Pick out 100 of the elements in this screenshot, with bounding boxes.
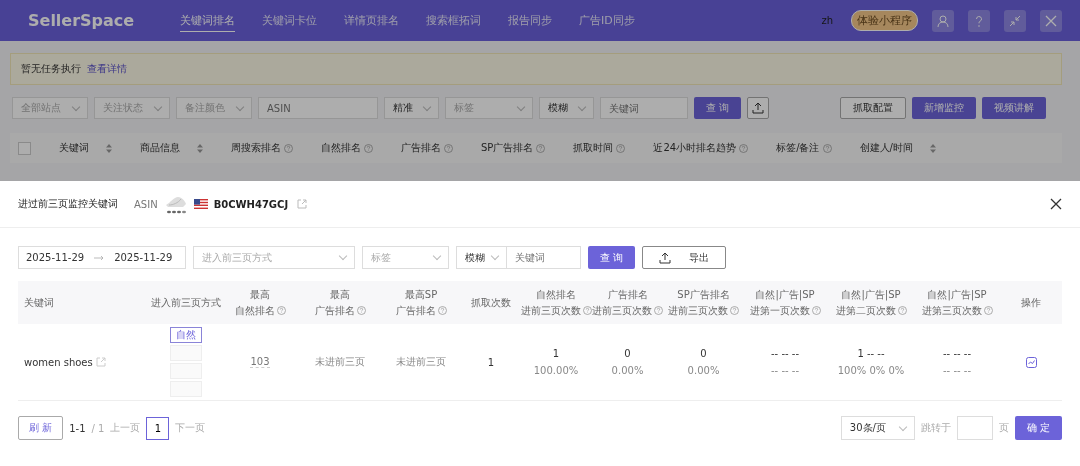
help-icon[interactable] [654,306,663,315]
tag-select[interactable]: 标签 [362,246,449,269]
method-tag: 自然 [170,327,202,343]
external-link-icon[interactable] [95,357,106,367]
nav-tab[interactable]: 搜索框拓词 [426,9,481,32]
column-header: 关键词 [59,141,89,155]
select-all-checkbox[interactable] [18,141,31,155]
page-size-select[interactable]: 30条/页 [840,416,915,440]
sort-icon[interactable] [106,143,112,153]
column-header: 自然|广告|SP [841,287,901,302]
crawl-config-button[interactable]: 抓取配置 [840,97,906,119]
column-header: 商品信息 [140,141,180,155]
help-icon[interactable] [356,306,366,315]
method-select[interactable]: 进入前三页方式 [193,246,355,269]
mini-program-button[interactable]: 体验小程序 [851,10,918,31]
keyword-field[interactable]: 关键词 [507,246,581,269]
mode-select[interactable]: 模糊 [456,246,507,269]
keyword-text: women shoes [24,356,93,368]
confirm-button[interactable]: 确 定 [1014,416,1062,440]
column-header: 进前三页次数 [592,303,652,318]
notice-text: 暂无任务执行 [21,62,81,76]
page-number[interactable]: 1 [146,416,170,440]
help-icon[interactable] [822,143,832,153]
nav-tab[interactable]: 关键词卡位 [262,9,317,32]
close-icon[interactable] [1050,198,1062,210]
column-header: SP广告排名 [481,141,534,155]
asin-label: ASIN [134,198,158,210]
help-icon[interactable] [444,143,453,153]
keyword-field[interactable]: 关键词 [600,97,688,119]
column-header: 进前三页次数 [520,303,581,318]
modal-title: 进过前三页监控关键词 [18,197,118,211]
help-icon[interactable] [437,306,447,315]
language-label[interactable]: zh [821,15,833,26]
sort-icon[interactable] [197,143,203,153]
column-header: 创建人/时间 [859,141,913,155]
page-range: 1-1 [69,422,86,434]
column-header: SP广告排名 [677,287,730,302]
help-icon[interactable] [983,306,993,315]
help-icon[interactable] [730,306,739,315]
column-header: 广告排名 [401,141,441,155]
column-header: 最高 [250,287,270,302]
column-header: 自然排名 [234,303,275,318]
asin-text: B0CWH47GCJ [213,198,289,210]
column-header: 近24小时排名趋势 [653,141,737,155]
upload-icon[interactable] [747,97,770,119]
chart-icon[interactable] [1025,356,1037,368]
help-icon[interactable] [276,306,286,315]
match-select[interactable]: 精准 [384,97,439,119]
table-cell: -- -- -- [771,348,799,359]
column-header: 进第二页次数 [835,303,896,318]
query-button[interactable]: 查 询 [588,246,636,269]
help-icon[interactable] [811,306,821,315]
column-header: 自然排名 [321,141,361,155]
table-cell: 100.00% [533,365,579,376]
table-cell: 未进前三页 [315,355,365,369]
nav-tab[interactable]: 详情页排名 [344,9,399,32]
help-icon[interactable] [364,143,373,153]
video-button[interactable]: 视频讲解 [982,97,1046,119]
help-icon[interactable] [536,143,546,153]
column-header: 最高SP [404,287,438,302]
nav-tab[interactable]: 广告ID同步 [579,9,635,32]
column-header: 抓取时间 [573,141,614,155]
table-cell: 0.00% [611,365,644,376]
query-button[interactable]: 查 询 [694,97,742,119]
page-unit-label: 页 [998,421,1009,435]
details-link[interactable]: 查看详情 [87,62,127,76]
help-icon[interactable] [739,143,749,153]
column-header: 广告排名 [314,303,355,318]
sort-icon[interactable] [929,143,936,153]
table-cell: 100% 0% 0% [837,365,905,376]
column-header: 广告排名 [607,287,648,302]
asin-field[interactable]: ASIN [258,97,378,119]
table-cell: 1 -- -- [857,348,885,359]
external-link-icon[interactable] [297,199,308,209]
help-icon[interactable] [616,143,626,153]
nav-tab[interactable]: 报告同步 [508,9,552,32]
column-header: 自然|广告|SP [927,287,987,302]
help-icon[interactable] [284,143,293,153]
nav-tab[interactable]: 关键词排名 [180,9,235,32]
help-icon[interactable] [897,306,907,315]
table-cell: 1 [552,348,560,359]
page-input[interactable] [956,416,993,440]
column-header: 周搜索排名 [231,141,281,155]
column-header: 进前三页次数 [668,303,728,318]
table-cell: 0 [700,348,707,359]
column-header: 广告排名 [395,303,436,318]
table-cell: 未进前三页 [396,355,446,369]
column-header: 关键词 [24,295,54,310]
table-cell: -- -- -- [943,348,971,359]
refresh-button[interactable]: 刷 新 [18,416,64,440]
column-header: 进第一页次数 [749,303,810,318]
help-icon[interactable] [582,306,592,315]
table-cell: -- -- -- [943,365,971,376]
column-header: 标签/备注 [776,141,820,155]
table-cell: 0 [624,348,631,359]
mode-select[interactable]: 模糊 [539,97,594,119]
upload-icon [659,251,672,264]
add-monitor-button[interactable]: 新增监控 [912,97,976,119]
export-button[interactable]: 导出 [642,246,727,269]
date-range-field[interactable]: 2025-11-29 2025-11-29 [18,246,186,269]
